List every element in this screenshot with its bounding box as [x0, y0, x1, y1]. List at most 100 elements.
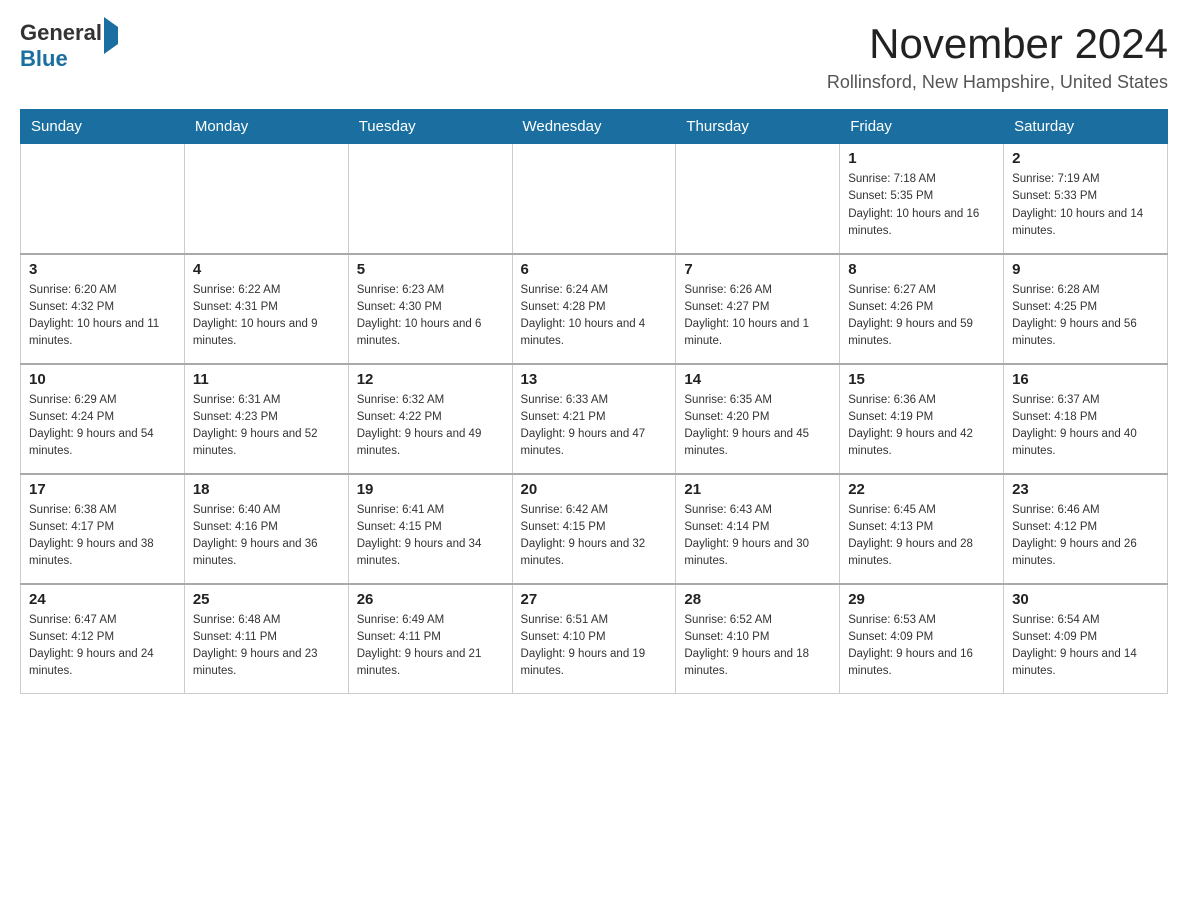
day-number: 7 [684, 261, 831, 278]
day-info: Sunrise: 6:45 AMSunset: 4:13 PMDaylight:… [848, 502, 995, 571]
day-number: 14 [684, 371, 831, 388]
day-number: 19 [357, 481, 504, 498]
calendar-cell: 1 Sunrise: 7:18 AMSunset: 5:35 PMDaylight… [840, 144, 1004, 254]
calendar-cell: 21 Sunrise: 6:43 AMSunset: 4:14 PMDayligh… [676, 474, 840, 584]
page-title: November 2024 [827, 20, 1168, 68]
day-info: Sunrise: 6:29 AMSunset: 4:24 PMDaylight:… [29, 392, 176, 461]
day-number: 28 [684, 591, 831, 608]
day-info: Sunrise: 6:24 AMSunset: 4:28 PMDaylight:… [521, 282, 668, 351]
page-subtitle: Rollinsford, New Hampshire, United State… [827, 72, 1168, 93]
day-number: 23 [1012, 481, 1159, 498]
day-info: Sunrise: 6:37 AMSunset: 4:18 PMDaylight:… [1012, 392, 1159, 461]
day-number: 5 [357, 261, 504, 278]
calendar-cell: 12Sunrise: 6:32 AMSunset: 4:22 PMDayligh… [348, 364, 512, 474]
day-number: 18 [193, 481, 340, 498]
day-info: Sunrise: 6:53 AMSunset: 4:09 PMDaylight:… [848, 612, 995, 681]
day-number: 10 [29, 371, 176, 388]
calendar-cell: 27Sunrise: 6:51 AMSunset: 4:10 PMDayligh… [512, 584, 676, 694]
calendar-cell: 23 Sunrise: 6:46 AMSunset: 4:12 PMDayligh… [1004, 474, 1168, 584]
day-number: 2 [1012, 150, 1159, 167]
day-number: 9 [1012, 261, 1159, 278]
weekday-header-monday: Monday [184, 110, 348, 144]
header: General Blue November 2024 Rollinsford, … [20, 20, 1168, 93]
day-info: Sunrise: 7:18 AMSunset: 5:35 PMDaylight:… [848, 171, 995, 240]
day-info: Sunrise: 6:42 AMSunset: 4:15 PMDaylight:… [521, 502, 668, 571]
day-number: 26 [357, 591, 504, 608]
title-area: November 2024 Rollinsford, New Hampshire… [827, 20, 1168, 93]
logo-general-text: General [20, 20, 102, 45]
day-info: Sunrise: 6:36 AMSunset: 4:19 PMDaylight:… [848, 392, 995, 461]
day-number: 29 [848, 591, 995, 608]
day-info: Sunrise: 6:27 AMSunset: 4:26 PMDaylight:… [848, 282, 995, 351]
day-number: 30 [1012, 591, 1159, 608]
calendar-week-row: 17Sunrise: 6:38 AMSunset: 4:17 PMDayligh… [21, 474, 1168, 584]
day-info: Sunrise: 6:22 AMSunset: 4:31 PMDaylight:… [193, 282, 340, 351]
calendar-cell: 16 Sunrise: 6:37 AMSunset: 4:18 PMDayligh… [1004, 364, 1168, 474]
day-number: 11 [193, 371, 340, 388]
calendar-week-row: 1 Sunrise: 7:18 AMSunset: 5:35 PMDaylight… [21, 144, 1168, 254]
day-number: 15 [848, 371, 995, 388]
calendar-cell: 2Sunrise: 7:19 AMSunset: 5:33 PMDaylight… [1004, 144, 1168, 254]
day-number: 22 [848, 481, 995, 498]
calendar-cell: 20 Sunrise: 6:42 AMSunset: 4:15 PMDayligh… [512, 474, 676, 584]
day-info: Sunrise: 6:31 AMSunset: 4:23 PMDaylight:… [193, 392, 340, 461]
calendar-cell: 14 Sunrise: 6:35 AMSunset: 4:20 PMDayligh… [676, 364, 840, 474]
calendar-cell: 8 Sunrise: 6:27 AMSunset: 4:26 PMDaylight… [840, 254, 1004, 364]
logo-blue-text: Blue [20, 46, 68, 71]
calendar-cell [184, 144, 348, 254]
day-number: 20 [521, 481, 668, 498]
day-info: Sunrise: 6:28 AMSunset: 4:25 PMDaylight:… [1012, 282, 1159, 351]
day-info: Sunrise: 6:46 AMSunset: 4:12 PMDaylight:… [1012, 502, 1159, 571]
calendar-cell: 18 Sunrise: 6:40 AMSunset: 4:16 PMDayligh… [184, 474, 348, 584]
day-info: Sunrise: 6:23 AMSunset: 4:30 PMDaylight:… [357, 282, 504, 351]
day-number: 8 [848, 261, 995, 278]
day-number: 24 [29, 591, 176, 608]
calendar-cell: 28 Sunrise: 6:52 AMSunset: 4:10 PMDayligh… [676, 584, 840, 694]
day-number: 17 [29, 481, 176, 498]
day-info: Sunrise: 6:49 AMSunset: 4:11 PMDaylight:… [357, 612, 504, 681]
day-info: Sunrise: 6:26 AMSunset: 4:27 PMDaylight:… [684, 282, 831, 351]
day-info: Sunrise: 6:54 AMSunset: 4:09 PMDaylight:… [1012, 612, 1159, 681]
day-number: 21 [684, 481, 831, 498]
logo: General Blue [20, 20, 118, 72]
day-info: Sunrise: 6:48 AMSunset: 4:11 PMDaylight:… [193, 612, 340, 681]
calendar-cell: 13Sunrise: 6:33 AMSunset: 4:21 PMDayligh… [512, 364, 676, 474]
calendar-header-row: SundayMondayTuesdayWednesdayThursdayFrid… [21, 110, 1168, 144]
weekday-header-wednesday: Wednesday [512, 110, 676, 144]
calendar-cell: 17Sunrise: 6:38 AMSunset: 4:17 PMDayligh… [21, 474, 185, 584]
weekday-header-saturday: Saturday [1004, 110, 1168, 144]
calendar-cell: 29 Sunrise: 6:53 AMSunset: 4:09 PMDayligh… [840, 584, 1004, 694]
calendar-cell: 7 Sunrise: 6:26 AMSunset: 4:27 PMDaylight… [676, 254, 840, 364]
calendar-cell: 6 Sunrise: 6:24 AMSunset: 4:28 PMDaylight… [512, 254, 676, 364]
weekday-header-friday: Friday [840, 110, 1004, 144]
calendar-cell: 9 Sunrise: 6:28 AMSunset: 4:25 PMDaylight… [1004, 254, 1168, 364]
day-info: Sunrise: 6:47 AMSunset: 4:12 PMDaylight:… [29, 612, 176, 681]
calendar-cell [348, 144, 512, 254]
day-info: Sunrise: 6:40 AMSunset: 4:16 PMDaylight:… [193, 502, 340, 571]
day-info: Sunrise: 6:33 AMSunset: 4:21 PMDaylight:… [521, 392, 668, 461]
day-info: Sunrise: 6:35 AMSunset: 4:20 PMDaylight:… [684, 392, 831, 461]
logo-arrow-icon [104, 17, 118, 54]
calendar-cell: 24 Sunrise: 6:47 AMSunset: 4:12 PMDayligh… [21, 584, 185, 694]
day-number: 6 [521, 261, 668, 278]
calendar-cell [512, 144, 676, 254]
calendar-cell: 11 Sunrise: 6:31 AMSunset: 4:23 PMDayligh… [184, 364, 348, 474]
calendar-cell [21, 144, 185, 254]
weekday-header-tuesday: Tuesday [348, 110, 512, 144]
day-info: Sunrise: 6:32 AMSunset: 4:22 PMDaylight:… [357, 392, 504, 461]
calendar-cell: 19Sunrise: 6:41 AMSunset: 4:15 PMDayligh… [348, 474, 512, 584]
calendar-week-row: 24 Sunrise: 6:47 AMSunset: 4:12 PMDayligh… [21, 584, 1168, 694]
day-number: 16 [1012, 371, 1159, 388]
day-number: 4 [193, 261, 340, 278]
calendar-table: SundayMondayTuesdayWednesdayThursdayFrid… [20, 109, 1168, 694]
day-number: 3 [29, 261, 176, 278]
day-number: 1 [848, 150, 995, 167]
day-info: Sunrise: 6:52 AMSunset: 4:10 PMDaylight:… [684, 612, 831, 681]
calendar-week-row: 10 Sunrise: 6:29 AMSunset: 4:24 PMDayligh… [21, 364, 1168, 474]
day-number: 25 [193, 591, 340, 608]
calendar-cell: 30 Sunrise: 6:54 AMSunset: 4:09 PMDayligh… [1004, 584, 1168, 694]
weekday-header-sunday: Sunday [21, 110, 185, 144]
weekday-header-thursday: Thursday [676, 110, 840, 144]
day-info: Sunrise: 6:43 AMSunset: 4:14 PMDaylight:… [684, 502, 831, 571]
calendar-cell: 25 Sunrise: 6:48 AMSunset: 4:11 PMDayligh… [184, 584, 348, 694]
